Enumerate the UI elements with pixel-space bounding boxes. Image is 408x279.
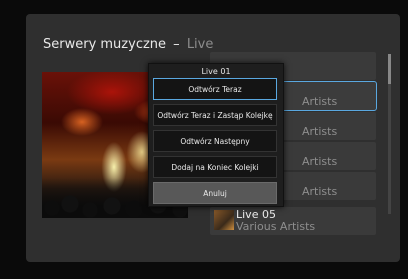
add-to-queue-end-button[interactable]: Dodaj na Koniec Kolejki [153,156,277,178]
list-item-artist: Artists [302,125,338,138]
context-menu-popup: Live 01 Odtwórz Teraz Odtwórz Teraz i Za… [148,63,284,207]
title-separator: – [173,37,180,52]
play-next-button[interactable]: Odtwórz Następny [153,130,277,152]
list-item-artist: Artists [302,155,338,168]
popup-title: Live 01 [201,67,231,76]
album-thumbnail [214,210,234,230]
play-now-button[interactable]: Odtwórz Teraz [153,78,277,100]
cancel-button[interactable]: Anuluj [153,182,277,204]
list-item-artist: Various Artists [236,220,316,233]
play-now-replace-queue-button[interactable]: Odtwórz Teraz i Zastąp Kolejkę [153,104,277,126]
list-scrollbar[interactable] [388,54,391,214]
page-subtitle: Live [186,37,214,52]
list-item[interactable]: Live 05 Various Artists [210,207,376,235]
list-item-artist: Artists [302,95,338,108]
scrollbar-thumb[interactable] [388,54,391,84]
page-title: Serwery muzyczne [43,37,167,52]
list-item-artist: Artists [302,185,338,198]
page-header: Serwery muzyczne – Live [43,37,213,52]
